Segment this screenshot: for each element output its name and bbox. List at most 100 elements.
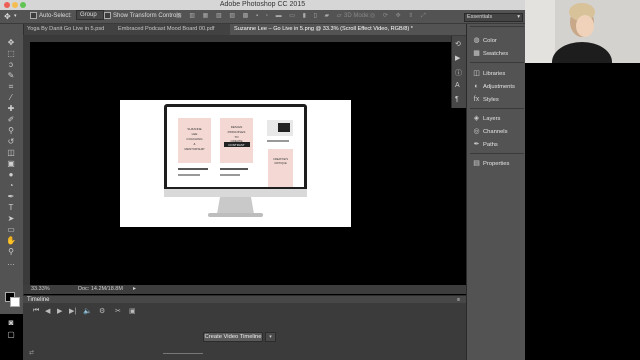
panel-styles[interactable]: fx Styles [473,95,499,104]
show-transform-option[interactable]: Show Transform Controls [104,10,181,23]
next-frame-icon[interactable]: ▶| [69,307,76,315]
card2-line2: PRINCIPLES [228,130,246,134]
layers-icon: ◈ [473,115,480,122]
auto-select-option[interactable]: Auto-Select: [30,10,72,23]
document-canvas[interactable]: SUZANNE LEE COACHING & MENTORSHIP DESIGN… [120,100,351,227]
dodge-tool-icon[interactable]: ◔ [6,181,16,190]
zoom-window-button[interactable] [20,2,26,8]
panel-properties[interactable]: ▤ Properties [473,159,509,168]
healing-brush-tool-icon[interactable]: ✚ [6,104,16,113]
transition-icon[interactable]: ▣ [129,307,136,315]
blur-tool-icon[interactable]: ● [6,170,16,179]
timeline-type-dropdown[interactable]: ▾ [265,332,276,342]
path-selection-tool-icon[interactable]: ➤ [6,214,16,223]
show-transform-checkbox[interactable] [104,11,111,19]
monitor-mockup-image: SUZANNE LEE COACHING & MENTORSHIP DESIGN… [164,104,307,217]
eyedropper-tool-icon[interactable]: ⁄ [6,93,16,102]
screen-mode-icon[interactable]: ▢ [6,330,16,339]
panel-swatches[interactable]: ▦ Swatches [473,49,508,58]
workspace-dropdown[interactable]: Essentials ▾ [464,13,523,22]
move-tool-icon[interactable]: ✥ [4,10,11,23]
split-scissors-icon[interactable]: ✂ [115,307,121,315]
quick-mask-icon[interactable]: ◙ [6,318,16,327]
character-icon[interactable]: A [455,82,460,89]
align-buttons[interactable]: ▤ ▥ ▦ ▧ ▨ ▩ ▪ ▫ ▬ ▭ ▮ ▯ ▰ ▱ [176,10,344,23]
zoom-level[interactable]: 33.33% [31,285,50,294]
card1-line4: & [193,142,195,146]
eraser-tool-icon[interactable]: ◫ [6,148,16,157]
panel-color[interactable]: ◍ Color [473,36,496,45]
card1-line5: MENTORSHIP [185,147,205,151]
timeline-options-icon[interactable]: ⇄ [29,349,34,356]
status-menu-arrow-icon[interactable]: ▸ [133,285,136,294]
tools-panel: ✥ ⬚ ↄ ✎ ⌗ ⁄ ✚ ✐ ⚲ ↺ ◫ ▣ ● ◔ ✒ T ➤ ▭ ✋ ⚲ … [0,24,24,339]
background-color-swatch[interactable] [10,297,20,307]
options-bar: ✥ ▾ Auto-Select: Group Show Transform Co… [0,10,525,24]
library-icon: ◫ [473,70,480,77]
properties-icon: ▤ [473,160,480,167]
crop-tool-icon[interactable]: ⌗ [6,82,16,91]
app-title: Adobe Photoshop CC 2015 [219,1,306,8]
auto-select-checkbox[interactable] [30,11,37,19]
panel-paths[interactable]: ✒ Paths [473,140,498,149]
play-icon[interactable]: ▶ [57,307,62,315]
quick-select-tool-icon[interactable]: ✎ [6,71,16,80]
first-frame-icon[interactable]: ⏮ [33,307,39,315]
info-icon[interactable]: ⓘ [455,68,462,78]
brush-tool-icon[interactable]: ✐ [6,115,16,124]
panel-channels[interactable]: ◎ Channels [473,127,507,136]
tab-suzanne-lee[interactable]: Suzanne Lee – Go Live in 5.png @ 33.3% (… [230,24,467,35]
tool-preset-dropdown[interactable]: ▾ [14,10,17,23]
gradient-tool-icon[interactable]: ▣ [6,159,16,168]
settings-gear-icon[interactable]: ⚙ [99,307,105,315]
history-brush-tool-icon[interactable]: ↺ [6,137,16,146]
pen-tool-icon[interactable]: ✒ [6,192,16,201]
3d-mode-buttons[interactable]: ◎ ⟳ ✥ ⇕ ⤢ [370,10,429,23]
doc-size[interactable]: Doc: 14.2M/18.8M [78,285,123,294]
close-window-button[interactable] [4,2,10,8]
paragraph-icon[interactable]: ¶ [455,96,459,103]
panel-layers[interactable]: ◈ Layers [473,114,501,123]
paths-icon: ✒ [473,141,480,148]
panel-libraries[interactable]: ◫ Libraries [473,69,505,78]
webcam-video [525,0,640,63]
auto-select-dropdown[interactable]: Group [76,10,104,23]
card3-line2: CRITIQUE [274,161,287,165]
panel-adjustments[interactable]: ◐ Adjustments [473,82,515,91]
type-tool-icon[interactable]: T [6,203,16,212]
zoom-slider[interactable] [163,353,203,354]
swatches-grid-icon: ▦ [473,50,480,57]
title-bar: Adobe Photoshop CC 2015 [0,0,525,10]
previous-frame-icon[interactable]: ◀ [45,307,50,315]
adjustments-icon: ◐ [474,83,479,90]
card1-line2: LEE [192,132,198,136]
zoom-tool-icon[interactable]: ⚲ [6,247,16,256]
card1-line1: SUZANNE [187,127,201,131]
card2-line1: DESIGN [231,125,243,129]
card1-line3: COACHING [186,137,203,141]
tab-yoga[interactable]: Yoga By Danit Go Live in 5.psd [23,24,118,35]
clone-stamp-tool-icon[interactable]: ⚲ [6,126,16,135]
3d-mode-label: 3D Mode: [344,13,371,19]
card3-line1: CREATIVE'S [273,157,288,161]
status-bar: 33.33% Doc: 14.2M/18.8M ▸ [23,285,466,294]
create-video-timeline-button[interactable]: Create Video Timeline [203,332,263,342]
chevron-down-icon: ▾ [517,14,520,20]
hand-tool-icon[interactable]: ✋ [6,236,16,245]
webcam-background [525,63,640,360]
panel-dock: ◍ Color ▦ Swatches ◫ Libraries ◐ Adjustments… [466,24,526,360]
actions-icon[interactable]: ▶ [455,54,460,62]
audio-icon[interactable]: 🔈 [83,307,92,315]
more-tools-icon[interactable]: … [6,258,16,267]
history-icon[interactable]: ⟲ [455,40,461,48]
move-tool-icon[interactable]: ✥ [6,38,16,47]
minimize-window-button[interactable] [12,2,18,8]
lasso-tool-icon[interactable]: ↄ [6,60,16,69]
color-wheel-icon: ◍ [473,37,480,44]
tab-mood-board[interactable]: Embraced Podcast Mood Board 00.pdf [114,24,234,35]
rectangle-tool-icon[interactable]: ▭ [6,225,16,234]
marquee-tool-icon[interactable]: ⬚ [6,49,16,58]
channels-icon: ◎ [473,128,480,135]
card2-line5: CONTRAST [228,143,245,147]
workspace-area: Essentials ▾ [464,10,525,23]
